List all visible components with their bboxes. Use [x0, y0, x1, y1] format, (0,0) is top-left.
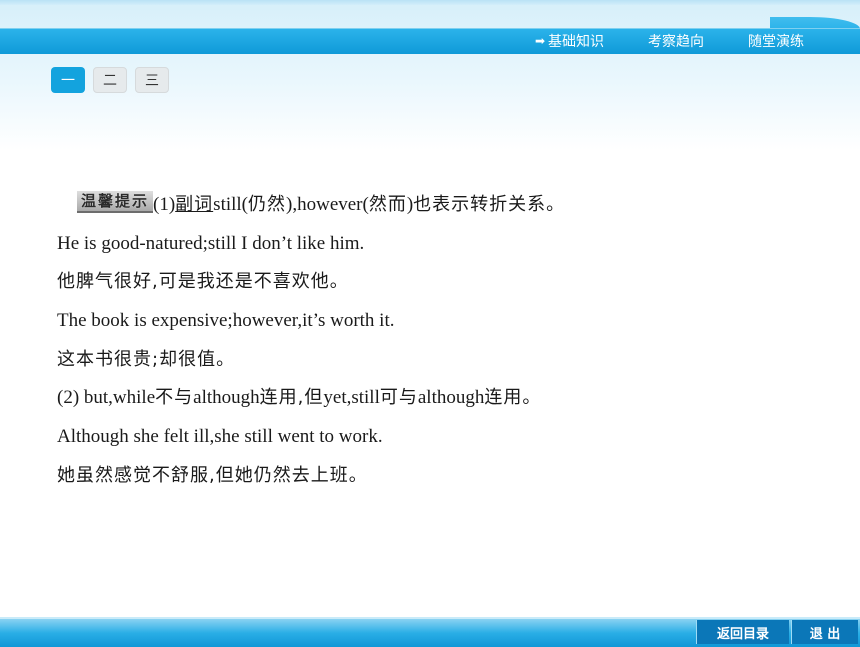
example-3-chinese: 她虽然感觉不舒服,但她仍然去上班。 [57, 464, 368, 486]
example-1-chinese: 他脾气很好,可是我还是不喜欢他。 [57, 271, 349, 293]
tab-1[interactable]: 一 [51, 67, 85, 93]
tab-2[interactable]: 二 [93, 67, 127, 93]
tab-3[interactable]: 三 [135, 67, 169, 93]
rule-2-line: (2) but,while不与although连用,但yet,still可与al… [57, 387, 542, 409]
exit-button[interactable]: 退 出 [791, 620, 858, 644]
example-1-english: He is good-natured;still I don’t like hi… [57, 232, 365, 254]
lesson-content: 温馨提示 (1)副词still(仍然),however(然而)也表示转折关系。 H… [57, 187, 837, 497]
adverb-term: 副词 [175, 194, 214, 215]
example-2-chinese: 这本书很贵;却很值。 [57, 348, 236, 370]
nav-link-practice[interactable]: 随堂演练 [748, 31, 804, 51]
nav-link-trends[interactable]: 考察趋向 [648, 31, 704, 51]
back-to-contents-button[interactable]: 返回目录 [696, 620, 789, 644]
section-nav: ➡ 基础知识 考察趋向 随堂演练 [535, 32, 804, 50]
example-3-english: Although she felt ill,she still went to … [57, 426, 383, 448]
example-2-english: The book is expensive;however,it’s worth… [57, 310, 395, 332]
top-strip [0, 0, 860, 5]
arrow-right-icon: ➡ [534, 34, 545, 48]
tip-badge: 温馨提示 [77, 191, 154, 213]
nav-link-label: 随堂演练 [748, 34, 804, 50]
nav-link-label: 基础知识 [548, 34, 604, 50]
section-tabs: 一 二 三 [51, 67, 169, 93]
nav-link-basics[interactable]: ➡ 基础知识 [535, 31, 604, 51]
tip-line: 温馨提示 (1)副词still(仍然),however(然而)也表示转折关系。 [57, 187, 837, 226]
nav-link-label: 考察趋向 [648, 34, 704, 50]
